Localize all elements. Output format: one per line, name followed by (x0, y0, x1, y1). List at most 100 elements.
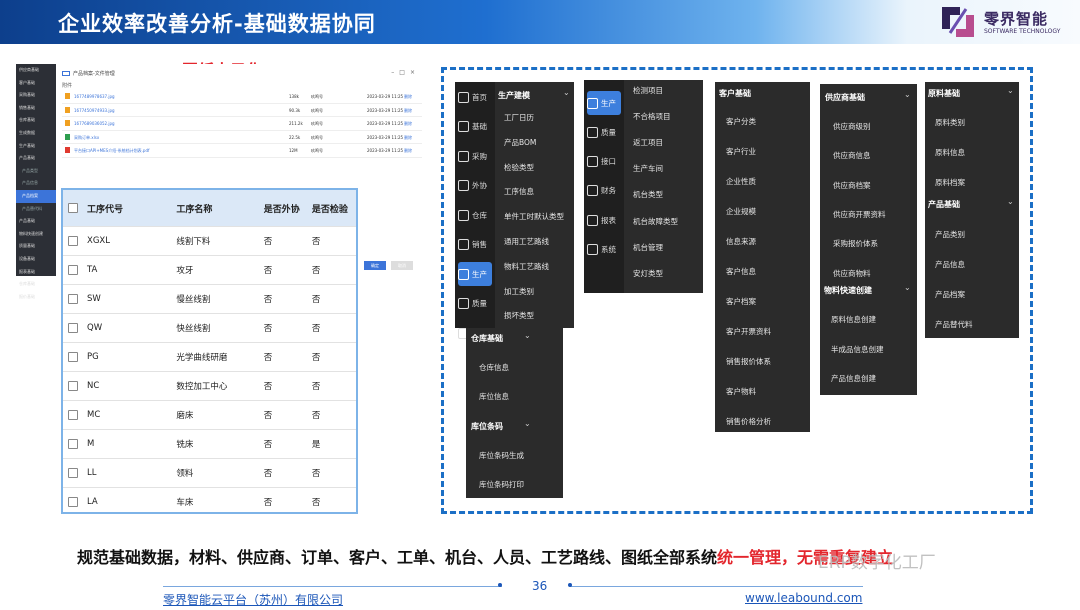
sidebar-item[interactable]: 销售基础 (16, 102, 56, 115)
menu-item[interactable]: 原料类别 (935, 117, 965, 128)
file-name-link[interactable]: 1677450974933.jpg (74, 108, 115, 113)
menu-item[interactable]: 产品信息创建 (831, 373, 876, 384)
menu-item[interactable]: 检验类型 (504, 162, 534, 173)
window-controls[interactable]: –□× (391, 69, 420, 76)
menu-item[interactable]: 原料档案 (935, 177, 965, 188)
sidebar-item[interactable]: 产品基础 (16, 215, 56, 228)
sidebar-item[interactable]: 仓库基础 (16, 278, 56, 291)
menu-item[interactable]: 产品替代料 (935, 319, 973, 330)
menu-item[interactable]: 供应商档案 (833, 180, 871, 191)
menu-item[interactable]: 客户行业 (726, 146, 756, 157)
nav-item-6[interactable]: 生产 (458, 262, 492, 286)
menu-item[interactable]: 企业规模 (726, 206, 756, 217)
chevron-down-icon[interactable]: ⌄ (1007, 197, 1014, 206)
menu-item[interactable]: 工厂日历 (504, 112, 534, 123)
nav-item-4[interactable]: 报表 (587, 208, 621, 232)
website-link[interactable]: www.leabound.com (745, 591, 862, 605)
delete-link[interactable]: 删除 (404, 108, 412, 114)
file-name-link[interactable]: 1677689036052.jpg (74, 121, 115, 126)
table-row[interactable]: SW 慢丝线割 否 否 (63, 284, 356, 313)
menu-item[interactable]: 加工类别 (504, 286, 534, 297)
menu-item[interactable]: 客户信息 (726, 266, 756, 277)
nav-item-7[interactable]: 质量 (458, 292, 492, 316)
row-checkbox[interactable] (68, 294, 78, 304)
menu-item[interactable]: 机台故障类型 (633, 216, 678, 227)
row-checkbox[interactable] (68, 352, 78, 362)
sidebar-item[interactable]: 报价基础 (16, 291, 56, 304)
company-link[interactable]: 零界智能云平台（苏州）有限公司 (163, 591, 343, 608)
menu-item[interactable]: 机台管理 (633, 242, 663, 253)
nav-item-5[interactable]: 销售 (458, 233, 492, 257)
sidebar-item[interactable]: 产品替代料 (16, 203, 56, 216)
menu-item[interactable]: 通用工艺路线 (504, 236, 549, 247)
file-name-link[interactable]: 平台接口API+MES介绍-系统档计划表.pdf (74, 148, 149, 154)
chevron-down-icon[interactable]: ⌄ (524, 331, 531, 340)
nav-item-3[interactable]: 外协 (458, 174, 492, 198)
chevron-down-icon[interactable]: ⌄ (524, 419, 531, 428)
menu-item[interactable]: 不合格项目 (633, 111, 671, 122)
sidebar-item[interactable]: 产品信息 (16, 177, 56, 190)
delete-link[interactable]: 删除 (404, 121, 412, 127)
row-checkbox[interactable] (68, 497, 78, 507)
sidebar-item[interactable]: 产品类型 (16, 165, 56, 178)
menu-item[interactable]: 企业性质 (726, 176, 756, 187)
menu-item[interactable]: 客户档案 (726, 296, 756, 307)
menu-item[interactable]: 供应商信息 (833, 150, 871, 161)
menu-item[interactable]: 销售价格分析 (726, 416, 771, 427)
cancel-button[interactable]: 取消 (391, 261, 413, 270)
table-row[interactable]: NC 数控加工中心 否 否 (63, 371, 356, 400)
row-checkbox[interactable] (68, 439, 78, 449)
row-checkbox[interactable] (68, 381, 78, 391)
menu-item[interactable]: 客户物料 (726, 386, 756, 397)
sidebar-item[interactable]: 采购基础 (16, 89, 56, 102)
table-row[interactable]: LL 领料 否 否 (63, 458, 356, 487)
sidebar-item[interactable]: 仓库基础 (16, 114, 56, 127)
sidebar-item[interactable]: 质量基础 (16, 240, 56, 253)
menu-item[interactable]: 客户开票资料 (726, 326, 771, 337)
chevron-down-icon[interactable]: ⌄ (563, 88, 570, 97)
row-checkbox[interactable] (68, 236, 78, 246)
menu-item[interactable]: 供应商开票资料 (833, 209, 886, 220)
table-row[interactable]: QW 快丝线割 否 否 (63, 313, 356, 342)
menu-item[interactable]: 库位条码生成 (479, 450, 524, 461)
sidebar-item[interactable]: 物料快速创建 (16, 228, 56, 241)
row-checkbox[interactable] (68, 468, 78, 478)
menu-item[interactable]: 单件工时默认类型 (504, 211, 564, 222)
file-name-link[interactable]: 采购订单.xlsx (74, 135, 99, 141)
menu-item[interactable]: 工序信息 (504, 186, 534, 197)
row-checkbox[interactable] (68, 323, 78, 333)
menu-item[interactable]: 原料信息 (935, 147, 965, 158)
menu-item[interactable]: 供应商物料 (833, 268, 871, 279)
menu-item[interactable]: 机台类型 (633, 189, 663, 200)
nav-item-3[interactable]: 财务 (587, 179, 621, 203)
delete-link[interactable]: 删除 (404, 148, 412, 154)
sidebar-item[interactable]: 设备基础 (16, 253, 56, 266)
menu-item[interactable]: 原料信息创建 (831, 314, 876, 325)
nav-item-5[interactable]: 系统 (587, 238, 621, 262)
table-row[interactable]: XGXL 线割下料 否 否 (63, 226, 356, 255)
menu-item[interactable]: 安灯类型 (633, 268, 663, 279)
chevron-down-icon[interactable]: ⌄ (904, 283, 911, 292)
sidebar-item[interactable]: 供应商基础 (16, 64, 56, 77)
menu-item[interactable]: 库位信息 (479, 391, 509, 402)
nav-item-1[interactable]: 基础 (458, 115, 492, 139)
table-row[interactable]: LA 车床 否 否 (63, 487, 356, 516)
nav-item-2[interactable]: 接口 (587, 150, 621, 174)
table-row[interactable]: TA 攻牙 否 否 (63, 255, 356, 284)
table-row[interactable]: MC 磨床 否 否 (63, 400, 356, 429)
menu-item[interactable]: 采购报价体系 (833, 238, 878, 249)
sidebar-item[interactable]: 客户基础 (16, 77, 56, 90)
select-all-checkbox[interactable] (68, 203, 78, 213)
chevron-down-icon[interactable]: ⌄ (1007, 86, 1014, 95)
menu-item[interactable]: 销售报价体系 (726, 356, 771, 367)
menu-item[interactable]: 检测项目 (633, 85, 663, 96)
nav-item-0[interactable]: 生产 (587, 91, 621, 115)
sidebar-item[interactable]: 报表基础 (16, 266, 56, 279)
maximize-icon[interactable]: □ (399, 69, 410, 76)
sidebar-item[interactable]: 生产基础 (16, 140, 56, 153)
menu-item[interactable]: 物料工艺路线 (504, 261, 549, 272)
nav-item-2[interactable]: 采购 (458, 144, 492, 168)
menu-item[interactable]: 产品信息 (935, 259, 965, 270)
row-checkbox[interactable] (68, 410, 78, 420)
delete-link[interactable]: 删除 (404, 135, 412, 141)
